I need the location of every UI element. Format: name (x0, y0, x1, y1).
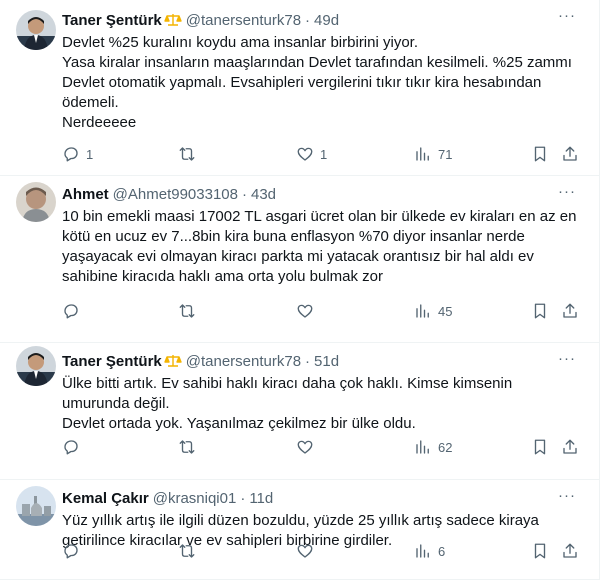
tweet-header: Taner Şentürk @tanersenturk78 · 49d (62, 10, 583, 30)
reply-feed: Taner Şentürk @tanersenturk78 · 49d ··· … (0, 0, 600, 580)
retweet-icon (179, 544, 195, 558)
author-handle[interactable]: @tanersenturk78 (186, 12, 301, 29)
reply-button[interactable] (62, 301, 86, 321)
bookmark-button[interactable] (531, 541, 549, 561)
timestamp[interactable]: 49d (314, 12, 339, 29)
like-button[interactable]: 1 (296, 144, 327, 164)
reply-icon (64, 147, 78, 162)
separator-dot: · (240, 489, 246, 507)
avatar[interactable] (16, 486, 56, 526)
action-bar: 62 (62, 437, 583, 457)
views-icon (416, 147, 429, 161)
tweet[interactable]: Taner Şentürk @tanersenturk78 · 49d ··· … (0, 0, 599, 176)
author-handle[interactable]: @Ahmet99033108 (113, 186, 238, 203)
views-count: 71 (438, 146, 453, 162)
scales-badge-icon (164, 12, 182, 28)
action-bar: 6 (62, 541, 583, 561)
more-icon[interactable]: ··· (557, 184, 577, 206)
like-count: 1 (320, 146, 328, 162)
share-icon (563, 146, 577, 161)
views-button[interactable]: 45 (414, 301, 452, 321)
views-icon (416, 304, 429, 318)
author-name[interactable]: Ahmet (62, 186, 109, 203)
bookmark-icon (534, 303, 546, 319)
scales-badge-icon (164, 353, 182, 369)
share-button[interactable] (561, 301, 579, 321)
heart-icon (297, 544, 313, 558)
retweet-button[interactable] (178, 301, 202, 321)
reply-icon (64, 544, 78, 559)
bookmark-icon (534, 543, 546, 559)
tweet-header: Kemal Çakır @krasniqi01 · 11d (62, 488, 583, 508)
share-button[interactable] (561, 144, 579, 164)
tweet[interactable]: Taner Şentürk @tanersenturk78 · 51d ··· … (0, 343, 599, 480)
tweet-text: Devlet %25 kuralını koydu ama insanlar b… (62, 34, 572, 131)
author-name[interactable]: Taner Şentürk (62, 353, 162, 370)
timestamp[interactable]: 51d (314, 353, 339, 370)
heart-icon (297, 304, 313, 318)
avatar[interactable] (16, 10, 56, 50)
reply-icon (64, 440, 78, 455)
bookmark-button[interactable] (531, 301, 549, 321)
timestamp[interactable]: 43d (251, 186, 276, 203)
author-name[interactable]: Taner Şentürk (62, 12, 162, 29)
separator-dot: · (242, 185, 247, 203)
reply-icon (64, 304, 78, 319)
tweet-text: Ülke bitti artık. Ev sahibi haklı kiracı… (62, 375, 513, 432)
author-handle[interactable]: @tanersenturk78 (186, 353, 301, 370)
separator-dot: · (305, 11, 311, 29)
views-count: 45 (438, 303, 453, 319)
separator-dot: · (305, 352, 311, 370)
retweet-icon (179, 440, 195, 454)
reply-count: 1 (86, 146, 94, 162)
tweet-header: Ahmet @Ahmet99033108 · 43d (62, 184, 583, 204)
share-button[interactable] (561, 437, 579, 457)
reply-button[interactable] (62, 437, 86, 457)
more-icon[interactable]: ··· (557, 8, 577, 30)
more-icon[interactable]: ··· (557, 488, 577, 510)
like-button[interactable] (296, 541, 320, 561)
tweet[interactable]: Ahmet @Ahmet99033108 · 43d ··· 10 bin em… (0, 176, 599, 343)
views-button[interactable]: 62 (414, 437, 452, 457)
share-icon (563, 439, 577, 454)
heart-icon (297, 440, 313, 454)
share-icon (563, 543, 577, 558)
share-icon (563, 303, 577, 318)
views-count: 62 (438, 439, 453, 455)
bookmark-button[interactable] (531, 144, 549, 164)
share-button[interactable] (561, 541, 579, 561)
views-button[interactable]: 6 (414, 541, 445, 561)
retweet-button[interactable] (178, 144, 202, 164)
bookmark-button[interactable] (531, 437, 549, 457)
action-bar: 1 1 71 (62, 144, 583, 164)
retweet-button[interactable] (178, 541, 202, 561)
like-button[interactable] (296, 301, 320, 321)
retweet-icon (179, 304, 195, 318)
tweet-header: Taner Şentürk @tanersenturk78 · 51d (62, 351, 583, 371)
heart-icon (297, 147, 313, 161)
views-icon (416, 544, 429, 558)
author-name[interactable]: Kemal Çakır (62, 490, 149, 507)
reply-button[interactable]: 1 (62, 144, 93, 164)
tweet-text: 10 bin emekli maasi 17002 TL asgari ücre… (62, 208, 581, 285)
like-button[interactable] (296, 437, 320, 457)
bookmark-icon (534, 146, 546, 162)
more-icon[interactable]: ··· (557, 351, 577, 373)
retweet-button[interactable] (178, 437, 202, 457)
author-handle[interactable]: @krasniqi01 (153, 490, 237, 507)
reply-button[interactable] (62, 541, 86, 561)
action-bar: 45 (62, 301, 583, 321)
tweet[interactable]: Kemal Çakır @krasniqi01 · 11d ··· Yüz yı… (0, 480, 599, 580)
views-count: 6 (438, 543, 446, 559)
avatar[interactable] (16, 346, 56, 386)
views-icon (416, 440, 429, 454)
timestamp[interactable]: 11d (249, 490, 273, 507)
bookmark-icon (534, 439, 546, 455)
views-button[interactable]: 71 (414, 144, 452, 164)
retweet-icon (179, 147, 195, 161)
avatar[interactable] (16, 182, 56, 222)
